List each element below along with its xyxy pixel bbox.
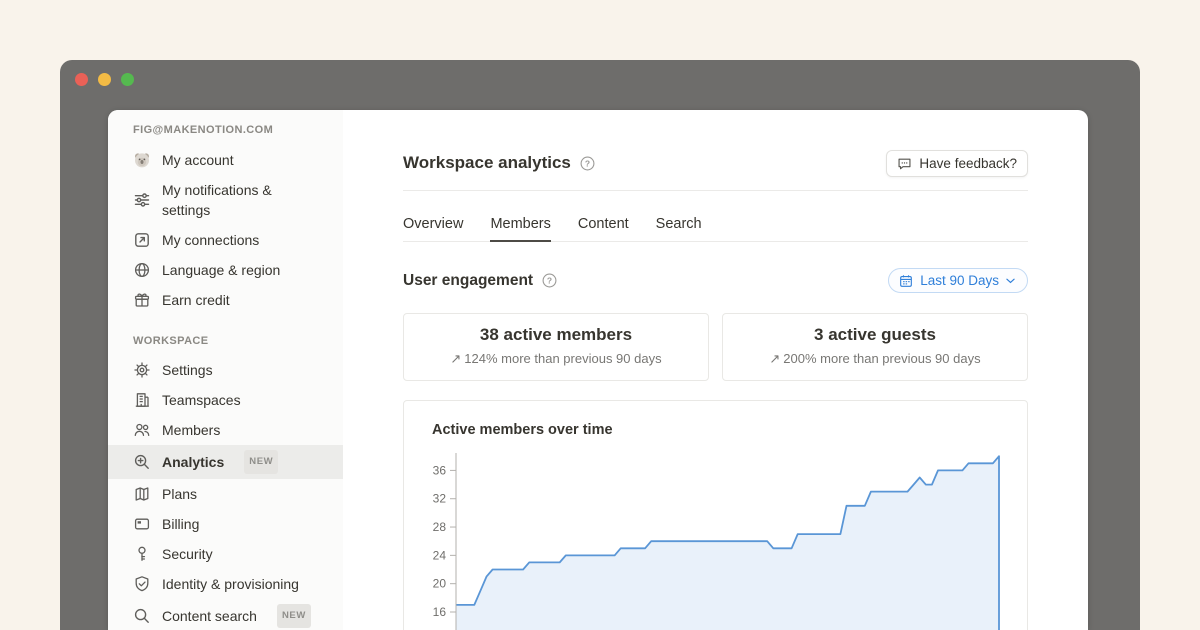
sidebar-item-label: Identity & provisioning [162, 574, 299, 594]
sidebar-item-plans[interactable]: Plans [108, 479, 343, 509]
people-icon [133, 421, 151, 439]
calendar-icon [899, 274, 913, 288]
sidebar-item-my-notifications-settings[interactable]: My notifications & settings [108, 175, 343, 225]
sidebar-item-settings[interactable]: Settings [108, 355, 343, 385]
sidebar-item-earn-credit[interactable]: Earn credit [108, 285, 343, 315]
y-tick-label: 20 [433, 577, 447, 591]
chart-area-fill [456, 456, 999, 630]
sidebar-item-language-region[interactable]: Language & region [108, 255, 343, 285]
sidebar-item-label: My connections [162, 230, 259, 250]
minimize-window-button[interactable] [98, 73, 111, 86]
gift-icon [133, 291, 151, 309]
settings-sidebar: FIG@MAKENOTION.COM My account My notific… [108, 110, 343, 630]
new-badge: NEW [277, 604, 311, 628]
window-titlebar [75, 73, 134, 86]
magnifier-icon [133, 607, 151, 625]
sidebar-item-label: Analytics [162, 452, 224, 472]
globe-icon [133, 261, 151, 279]
sidebar-item-label: Content search [162, 606, 257, 626]
workspace-section-label: WORKSPACE [108, 335, 343, 347]
y-tick-label: 16 [433, 605, 447, 619]
sidebar-item-my-connections[interactable]: My connections [108, 225, 343, 255]
zoom-plus-icon [133, 453, 151, 471]
active-members-chart-card: Active members over time 36 32 28 24 20 16 [403, 400, 1028, 630]
sidebar-item-security[interactable]: Security [108, 539, 343, 569]
sidebar-item-label: Security [162, 544, 213, 564]
sidebar-item-label: My account [162, 150, 234, 170]
sidebar-item-teamspaces[interactable]: Teamspaces [108, 385, 343, 415]
sidebar-item-label: Teamspaces [162, 390, 241, 410]
chart-title: Active members over time [432, 422, 1027, 438]
arrow-up-right-box-icon [133, 231, 151, 249]
sidebar-item-identity-provisioning[interactable]: Identity & provisioning [108, 569, 343, 599]
avatar [133, 151, 151, 169]
active-guests-card: 3 active guests ↗200% more than previous… [722, 313, 1028, 381]
settings-panel: FIG@MAKENOTION.COM My account My notific… [108, 110, 1088, 630]
active-members-value: 38 active members [404, 325, 708, 345]
close-window-button[interactable] [75, 73, 88, 86]
help-icon[interactable]: ? [542, 273, 557, 288]
sidebar-item-content-search[interactable]: Content search NEW [108, 599, 343, 630]
active-guests-value: 3 active guests [723, 325, 1027, 345]
tab-members[interactable]: Members [490, 216, 550, 241]
analytics-tabs: Overview Members Content Search [403, 216, 1028, 242]
sidebar-item-my-account[interactable]: My account [108, 145, 343, 175]
sidebar-item-label: My notifications & settings [162, 180, 318, 220]
active-members-delta: 124% more than previous 90 days [464, 351, 661, 366]
key-icon [133, 545, 151, 563]
sliders-icon [133, 191, 151, 209]
new-badge: NEW [244, 450, 278, 474]
zoom-window-button[interactable] [121, 73, 134, 86]
sidebar-item-billing[interactable]: Billing [108, 509, 343, 539]
sidebar-item-analytics[interactable]: Analytics NEW [108, 445, 343, 479]
shield-check-icon [133, 575, 151, 593]
active-members-card: 38 active members ↗124% more than previo… [403, 313, 709, 381]
page-title: Workspace analytics [403, 153, 571, 173]
sidebar-item-label: Earn credit [162, 290, 230, 310]
sidebar-item-label: Billing [162, 514, 199, 534]
chevron-down-icon [1006, 278, 1015, 284]
tab-content[interactable]: Content [578, 216, 629, 241]
help-icon[interactable]: ? [580, 156, 595, 171]
credit-card-icon [133, 515, 151, 533]
sidebar-item-label: Plans [162, 484, 197, 504]
svg-text:?: ? [547, 275, 552, 285]
sidebar-item-label: Settings [162, 360, 213, 380]
date-range-label: Last 90 Days [920, 273, 999, 288]
y-tick-label: 36 [433, 463, 447, 477]
account-email-label: FIG@MAKENOTION.COM [108, 124, 343, 136]
sidebar-item-label: Members [162, 420, 220, 440]
date-range-button[interactable]: Last 90 Days [888, 268, 1028, 293]
tab-search[interactable]: Search [656, 216, 702, 241]
header-divider [403, 190, 1028, 191]
sidebar-item-label: Language & region [162, 260, 280, 280]
y-tick-label: 28 [433, 520, 447, 534]
map-icon [133, 485, 151, 503]
active-guests-delta: 200% more than previous 90 days [783, 351, 980, 366]
svg-text:?: ? [585, 158, 590, 168]
gear-icon [133, 361, 151, 379]
tab-overview[interactable]: Overview [403, 216, 463, 241]
have-feedback-button[interactable]: Have feedback? [886, 150, 1028, 177]
y-tick-label: 24 [433, 548, 447, 562]
sidebar-item-members[interactable]: Members [108, 415, 343, 445]
feedback-bubble-icon [897, 156, 912, 171]
trend-up-icon: ↗ [769, 351, 780, 366]
user-engagement-title: User engagement [403, 272, 533, 290]
main-content: Workspace analytics ? Have feedback? Ove… [343, 110, 1088, 630]
have-feedback-label: Have feedback? [919, 156, 1017, 171]
trend-up-icon: ↗ [450, 351, 461, 366]
building-icon [133, 391, 151, 409]
active-members-area-chart: 36 32 28 24 20 16 [432, 449, 1027, 630]
y-tick-label: 32 [433, 492, 447, 506]
app-window: FIG@MAKENOTION.COM My account My notific… [60, 60, 1140, 630]
